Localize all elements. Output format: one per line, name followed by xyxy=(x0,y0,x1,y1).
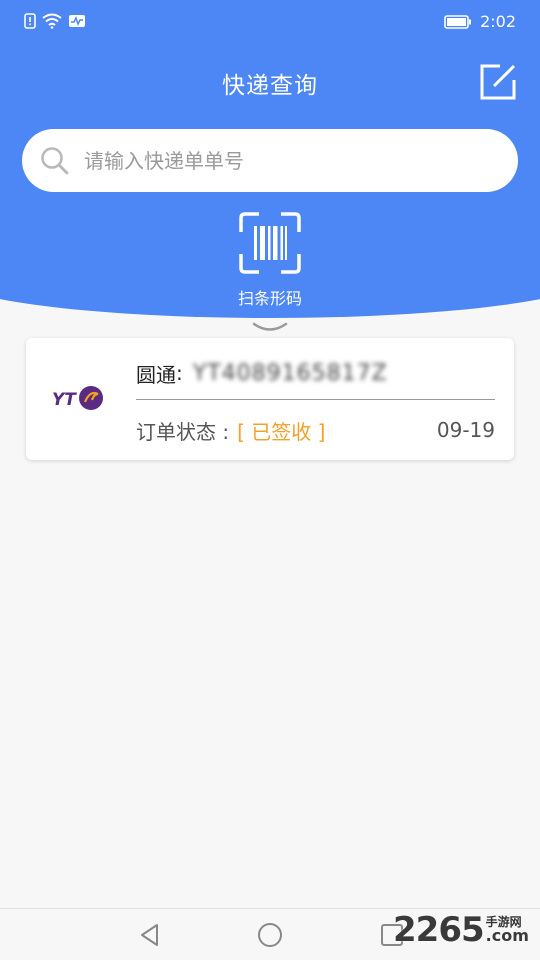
order-card[interactable]: YT 圆通 : YT4089165817Z 订单状态 : [ 已签收 ] 09-… xyxy=(26,338,514,460)
carrier-logo-text: YT xyxy=(52,390,77,410)
back-icon[interactable] xyxy=(136,921,164,949)
status-row: 订单状态 : [ 已签收 ] xyxy=(136,416,325,444)
search-input[interactable] xyxy=(84,143,494,179)
search-icon xyxy=(41,147,69,175)
order-date: 09-19 xyxy=(436,418,495,442)
watermark-suffix: 手游网 .com xyxy=(486,916,529,944)
search-bar[interactable] xyxy=(22,129,518,192)
barcode-scan-icon xyxy=(239,212,301,274)
status-right: 2:02 xyxy=(444,12,516,31)
battery-icon xyxy=(444,14,472,29)
page-title: 快递查询 xyxy=(222,73,318,99)
edit-icon xyxy=(480,64,516,100)
carrier-row: 圆通 : YT4089165817Z xyxy=(136,358,388,388)
chevron-down-icon[interactable] xyxy=(252,321,288,335)
card-divider xyxy=(136,399,495,400)
wifi-icon xyxy=(42,13,62,29)
tracking-number: YT4089165817Z xyxy=(192,360,388,386)
status-bar: 2:02 xyxy=(0,0,540,46)
edit-button[interactable] xyxy=(478,62,518,102)
status-badge: [ 已签收 ] xyxy=(237,419,326,444)
alert-icon xyxy=(24,13,36,29)
carrier-logo: YT xyxy=(52,386,103,410)
scan-barcode-button[interactable]: 扫条形码 xyxy=(220,210,320,310)
watermark-number: 2265 xyxy=(393,910,485,950)
watermark: 2265 手游网 .com xyxy=(393,905,529,955)
activity-icon xyxy=(69,15,85,27)
watermark-com: .com xyxy=(485,926,529,945)
status-label: 订单状态 : xyxy=(136,419,230,444)
status-left xyxy=(24,13,86,29)
carrier-name: 圆通 xyxy=(136,362,176,387)
status-time: 2:02 xyxy=(480,12,516,31)
home-icon[interactable] xyxy=(256,921,284,949)
scan-label: 扫条形码 xyxy=(237,289,302,308)
header: 2:02 快递查询 扫条形码 xyxy=(0,0,540,330)
carrier-separator: : xyxy=(176,361,183,385)
